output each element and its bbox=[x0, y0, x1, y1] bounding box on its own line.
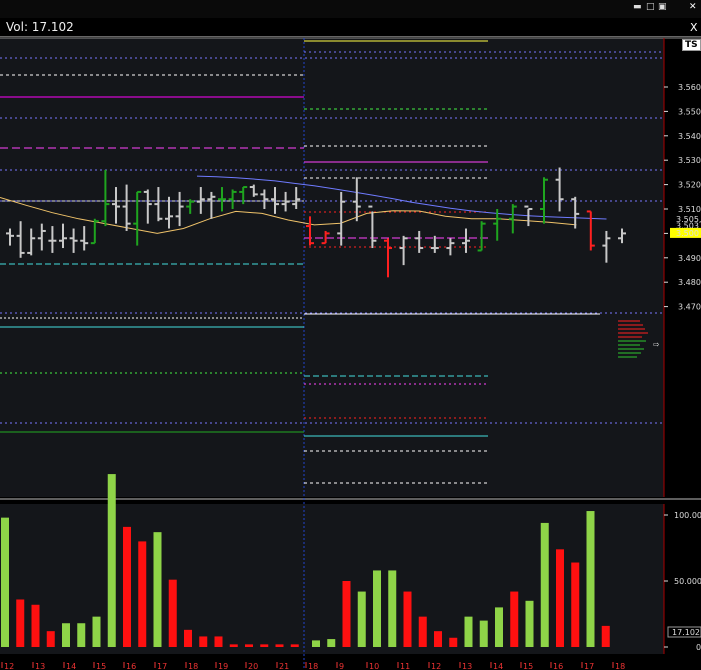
date-tick-label: 18 bbox=[188, 662, 198, 670]
date-tick-label: 11 bbox=[400, 662, 410, 670]
date-tick-label: 12 bbox=[431, 662, 441, 670]
volume-bar bbox=[342, 581, 351, 647]
date-tick-label: 14 bbox=[66, 662, 76, 670]
price-marker-label: 3.500 bbox=[676, 229, 699, 238]
volume-bar bbox=[123, 526, 131, 647]
volume-bar bbox=[153, 532, 162, 647]
date-tick-label: 10 bbox=[369, 662, 379, 670]
price-tick-label: 3.470 bbox=[678, 303, 701, 312]
volume-bar bbox=[556, 549, 564, 647]
volume-tick-label: 0 bbox=[696, 643, 701, 652]
date-tick-label: 9 bbox=[339, 662, 344, 670]
price-tick-label: 3.560 bbox=[678, 83, 701, 92]
price-tick-label: 3.530 bbox=[678, 156, 701, 165]
date-tick-label: 15 bbox=[96, 662, 106, 670]
volume-bar bbox=[1, 517, 9, 647]
volume-bar bbox=[77, 623, 86, 647]
volume-bar bbox=[214, 636, 223, 647]
volume-bar bbox=[388, 570, 397, 647]
cursor-icon: ⇨ bbox=[653, 340, 660, 349]
price-tick-label: 3.550 bbox=[678, 107, 701, 116]
volume-bar bbox=[260, 644, 269, 647]
volume-bar bbox=[290, 644, 299, 647]
date-tick-label: 18 bbox=[308, 662, 318, 670]
date-tick-label: 16 bbox=[553, 662, 563, 670]
volume-bar bbox=[403, 591, 412, 647]
volume-bar bbox=[107, 474, 116, 647]
volume-bar bbox=[184, 629, 192, 647]
date-tick-label: 19 bbox=[218, 662, 228, 670]
date-tick-label: 21 bbox=[279, 662, 289, 670]
price-plot-area bbox=[0, 38, 664, 497]
date-tick-label: 14 bbox=[493, 662, 503, 670]
volume-bar bbox=[245, 644, 253, 647]
date-tick-label: 17 bbox=[584, 662, 594, 670]
price-chart[interactable]: ⇨ 3.560 3.550 3.540 3.530 3.520 3.510 3.500 3.49… bbox=[0, 0, 701, 670]
date-tick-label: 20 bbox=[248, 662, 258, 670]
volume-bar bbox=[510, 591, 519, 647]
volume-bar bbox=[138, 541, 147, 647]
date-tick-label: 18 bbox=[615, 662, 625, 670]
volume-bar bbox=[16, 599, 25, 647]
volume-bar bbox=[418, 616, 427, 647]
volume-bar bbox=[46, 631, 55, 647]
volume-bar bbox=[357, 591, 366, 647]
date-tick-label: 13 bbox=[462, 662, 472, 670]
volume-bar bbox=[168, 579, 177, 647]
volume-bar bbox=[464, 616, 473, 647]
volume-bar bbox=[495, 607, 503, 647]
volume-bar bbox=[312, 640, 320, 647]
date-tick-label: 16 bbox=[126, 662, 136, 670]
volume-bar bbox=[31, 604, 40, 647]
volume-bar bbox=[586, 511, 595, 647]
volume-bar bbox=[229, 644, 238, 647]
volume-tick-label: 100.000 bbox=[674, 511, 701, 520]
price-tick-label: 3.480 bbox=[678, 278, 701, 287]
volume-bar bbox=[327, 639, 336, 647]
date-tick-label: 17 bbox=[157, 662, 167, 670]
volume-bar bbox=[601, 625, 610, 647]
volume-bar bbox=[434, 631, 442, 647]
ts-badge[interactable]: TS bbox=[682, 39, 701, 51]
price-tick-label: 3.520 bbox=[678, 181, 701, 190]
volume-bar bbox=[540, 522, 549, 647]
volume-bar bbox=[62, 623, 70, 647]
price-tick-label: 3.540 bbox=[678, 132, 701, 141]
volume-bar bbox=[525, 600, 534, 647]
volume-tick-label: 50.000 bbox=[674, 577, 701, 586]
volume-bar bbox=[275, 644, 284, 647]
date-tick-label: 15 bbox=[523, 662, 533, 670]
volume-last-label: 17.102 bbox=[672, 628, 700, 637]
volume-bar bbox=[199, 636, 208, 647]
volume-bar bbox=[373, 570, 381, 647]
volume-bar bbox=[449, 637, 458, 647]
price-tick-label: 3.510 bbox=[678, 205, 701, 214]
volume-bar bbox=[92, 616, 101, 647]
volume-bar bbox=[571, 562, 580, 647]
date-tick-label: 12 bbox=[4, 662, 14, 670]
date-tick-label: 13 bbox=[35, 662, 45, 670]
volume-bar bbox=[479, 620, 488, 647]
price-tick-label: 3.490 bbox=[678, 254, 701, 263]
